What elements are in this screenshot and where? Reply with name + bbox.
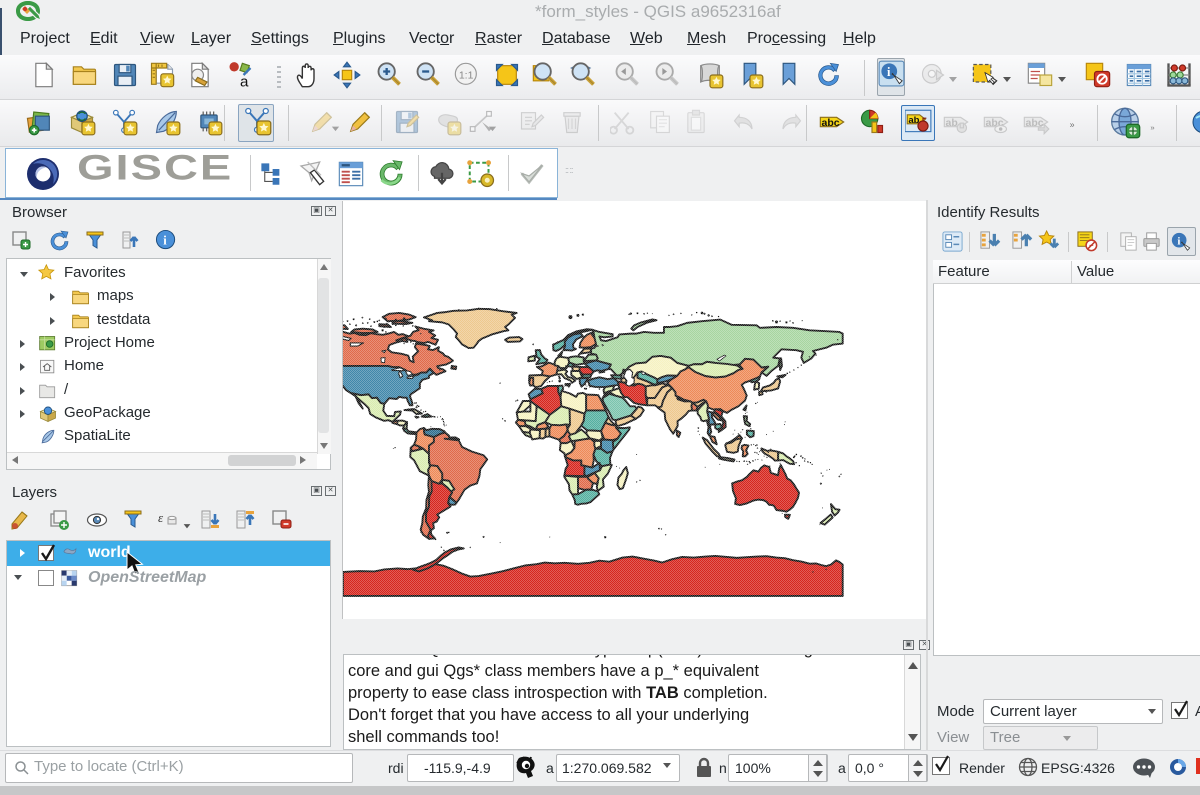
svg-text:a: a [240, 74, 249, 89]
svg-text:ab: ab [946, 117, 958, 129]
svg-text:»: » [1070, 120, 1075, 130]
svg-text:»: » [1150, 123, 1154, 132]
svg-text:ε: ε [158, 510, 164, 525]
svg-text:i: i [1177, 235, 1180, 247]
svg-text:i: i [163, 233, 167, 247]
svg-text:1:1: 1:1 [459, 70, 474, 82]
svg-text:i: i [887, 65, 891, 79]
svg-text:abc: abc [822, 117, 840, 129]
